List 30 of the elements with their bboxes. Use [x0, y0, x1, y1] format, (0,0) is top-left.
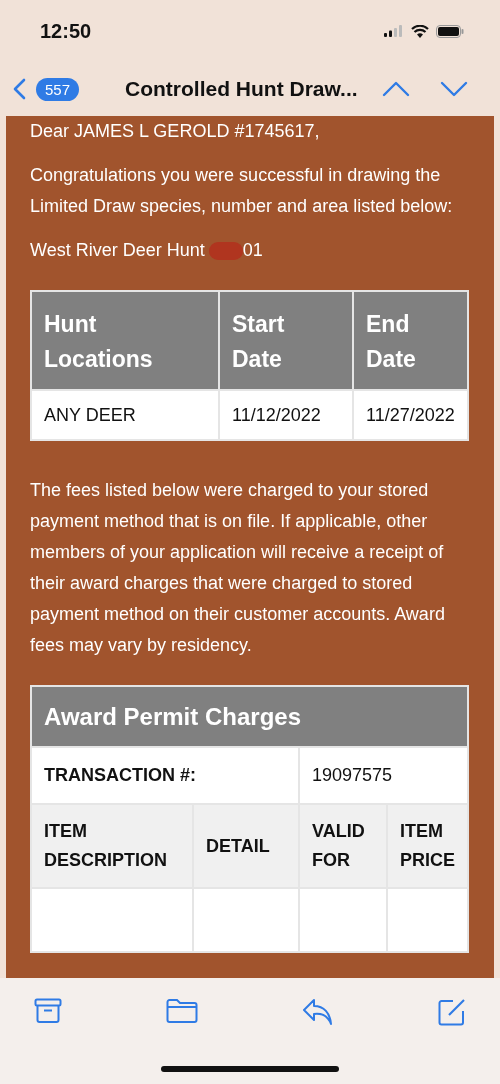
column-header: ITEM PRICE	[387, 804, 468, 888]
column-header: Start Date	[219, 291, 353, 390]
unread-count-badge[interactable]: 557	[36, 77, 80, 101]
status-time: 12:50	[40, 19, 92, 43]
column-header: ITEM DESCRIPTION	[31, 804, 193, 888]
battery-icon	[436, 24, 464, 38]
table-cell: ANY DEER	[31, 390, 219, 440]
charges-table-title: Award Permit Charges	[31, 686, 468, 747]
folder-icon[interactable]	[166, 998, 198, 1024]
redaction-mark	[208, 241, 243, 260]
email-subject-title: Controlled Hunt Draw...	[125, 77, 358, 101]
column-header: DETAIL	[193, 804, 299, 888]
next-message-icon[interactable]	[439, 81, 468, 97]
intro-paragraph: Congratulations you were successful in drawing the Limited Draw species, number and area listed below:	[30, 164, 454, 218]
column-header: VALID FOR	[298, 804, 387, 888]
column-header: Hunt Locations	[31, 291, 219, 390]
hunt-name: West River Deer Hunt	[30, 239, 205, 262]
hunt-code: 01	[242, 239, 263, 262]
greeting-text: Dear JAMES L GEROLD #1745617,	[30, 120, 321, 143]
compose-icon[interactable]	[438, 998, 466, 1026]
wifi-icon	[411, 24, 429, 38]
table-cell: 11/12/2022	[219, 390, 353, 440]
column-header: End Date	[353, 291, 468, 390]
table-cell: 11/27/2022	[353, 390, 468, 440]
back-icon[interactable]	[12, 78, 26, 100]
reply-icon[interactable]	[302, 998, 334, 1026]
fees-paragraph: The fees listed below were charged to your stored payment method that is on file. If applicable, other members of your application will receive a receipt of their award charges that were charged to stored payment method on their customer accounts. Award fees may vary by residency.	[30, 479, 446, 657]
previous-message-icon[interactable]	[381, 81, 410, 97]
archive-icon[interactable]	[34, 998, 62, 1024]
signal-icon	[384, 25, 404, 37]
